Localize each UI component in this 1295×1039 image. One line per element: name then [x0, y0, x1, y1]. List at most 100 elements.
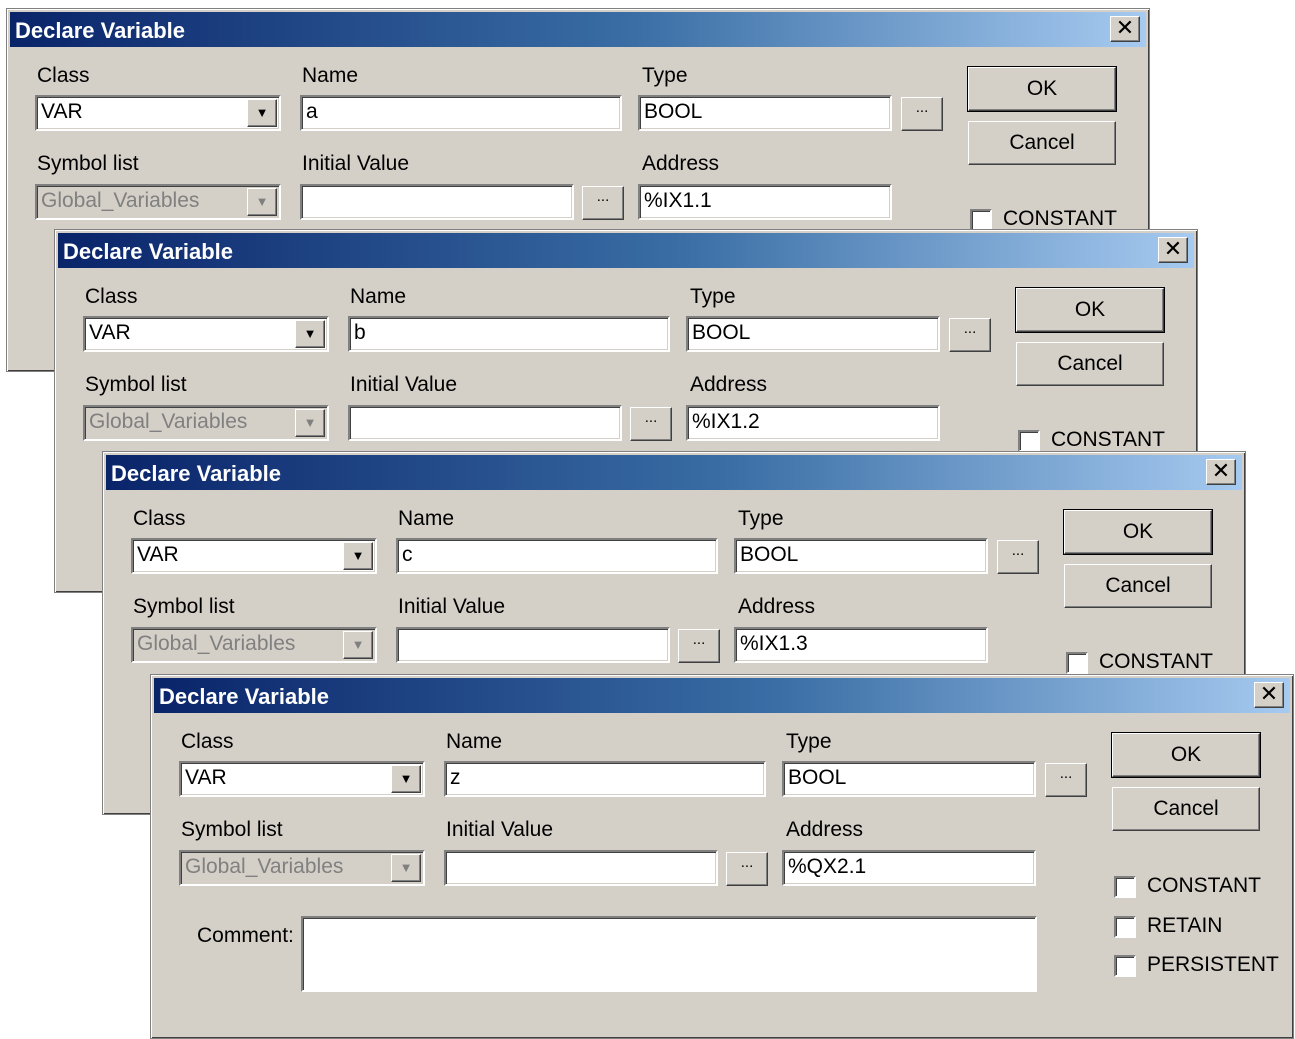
symbol-list-value: Global_Variables	[137, 632, 296, 655]
dialog-title: Declare Variable	[159, 684, 330, 709]
type-label: Type	[690, 285, 736, 308]
class-label: Class	[85, 285, 138, 308]
initial-value-input[interactable]	[396, 627, 670, 663]
type-browse-button[interactable]: ...	[949, 318, 991, 352]
type-browse-button[interactable]: ...	[901, 97, 943, 131]
name-input[interactable]: z	[444, 761, 766, 797]
class-select[interactable]: VAR ▼	[179, 761, 425, 797]
type-browse-button[interactable]: ...	[997, 540, 1039, 574]
ok-button[interactable]: OK	[1063, 509, 1213, 555]
initial-value-input[interactable]	[348, 405, 622, 441]
initial-value-label: Initial Value	[446, 818, 554, 841]
chevron-down-icon[interactable]: ▼	[391, 765, 421, 793]
comment-textarea[interactable]	[301, 916, 1037, 992]
type-label: Type	[642, 64, 688, 87]
name-input[interactable]: c	[396, 538, 718, 574]
constant-checkbox[interactable]	[1066, 652, 1088, 674]
address-input[interactable]: %IX1.1	[638, 184, 892, 220]
constant-checkbox[interactable]	[1018, 430, 1040, 452]
name-label: Name	[446, 730, 503, 753]
class-label: Class	[37, 64, 90, 87]
title-bar[interactable]: Declare Variable ✕	[10, 12, 1146, 47]
symbol-list-label: Symbol list	[181, 818, 283, 841]
close-icon[interactable]: ✕	[1158, 237, 1188, 263]
constant-label: CONSTANT	[1003, 207, 1117, 230]
type-input[interactable]: BOOL	[686, 316, 940, 352]
class-label: Class	[133, 507, 186, 530]
class-select-value: VAR	[137, 543, 179, 566]
initial-value-browse-button[interactable]: ...	[678, 629, 720, 663]
name-label: Name	[398, 507, 455, 530]
chevron-down-icon: ▼	[295, 409, 325, 437]
class-select-value: VAR	[185, 766, 227, 789]
class-select[interactable]: VAR ▼	[131, 538, 377, 574]
symbol-list-value: Global_Variables	[185, 855, 344, 878]
initial-value-browse-button[interactable]: ...	[582, 186, 624, 220]
name-input[interactable]: a	[300, 95, 622, 131]
cancel-button[interactable]: Cancel	[1112, 787, 1260, 831]
chevron-down-icon[interactable]: ▼	[295, 320, 325, 348]
retain-label: RETAIN	[1147, 914, 1223, 937]
initial-value-label: Initial Value	[398, 595, 506, 618]
retain-checkbox[interactable]	[1114, 916, 1136, 938]
address-input[interactable]: %IX1.3	[734, 627, 988, 663]
constant-label: CONSTANT	[1051, 428, 1165, 451]
dialog-title: Declare Variable	[111, 461, 282, 486]
type-input[interactable]: BOOL	[782, 761, 1036, 797]
name-input[interactable]: b	[348, 316, 670, 352]
cancel-button[interactable]: Cancel	[1064, 564, 1212, 608]
initial-value-browse-button[interactable]: ...	[726, 852, 768, 886]
close-icon[interactable]: ✕	[1110, 16, 1140, 42]
initial-value-label: Initial Value	[302, 152, 410, 175]
symbol-list-label: Symbol list	[37, 152, 139, 175]
dialog-title: Declare Variable	[15, 18, 186, 43]
constant-checkbox[interactable]	[970, 209, 992, 231]
cancel-button[interactable]: Cancel	[968, 121, 1116, 165]
type-input[interactable]: BOOL	[734, 538, 988, 574]
chevron-down-icon: ▼	[247, 188, 277, 216]
chevron-down-icon: ▼	[343, 631, 373, 659]
constant-label: CONSTANT	[1147, 874, 1261, 897]
title-bar[interactable]: Declare Variable ✕	[58, 233, 1194, 268]
close-icon[interactable]: ✕	[1254, 682, 1284, 708]
persistent-checkbox[interactable]	[1114, 955, 1136, 977]
class-select[interactable]: VAR ▼	[83, 316, 329, 352]
class-select[interactable]: VAR ▼	[35, 95, 281, 131]
initial-value-label: Initial Value	[350, 373, 458, 396]
class-select-value: VAR	[41, 100, 83, 123]
ok-button[interactable]: OK	[1111, 732, 1261, 778]
chevron-down-icon: ▼	[391, 854, 421, 882]
type-browse-button[interactable]: ...	[1045, 763, 1087, 797]
symbol-list-select: Global_Variables ▼	[179, 850, 425, 886]
ok-button[interactable]: OK	[1015, 287, 1165, 333]
comment-label: Comment:	[197, 924, 294, 947]
symbol-list-select: Global_Variables ▼	[35, 184, 281, 220]
chevron-down-icon[interactable]: ▼	[343, 542, 373, 570]
initial-value-browse-button[interactable]: ...	[630, 407, 672, 441]
close-icon[interactable]: ✕	[1206, 459, 1236, 485]
symbol-list-select: Global_Variables ▼	[83, 405, 329, 441]
initial-value-input[interactable]	[444, 850, 718, 886]
address-label: Address	[642, 152, 720, 175]
initial-value-input[interactable]	[300, 184, 574, 220]
name-label: Name	[350, 285, 407, 308]
symbol-list-label: Symbol list	[133, 595, 235, 618]
title-bar[interactable]: Declare Variable ✕	[154, 678, 1290, 713]
persistent-label: PERSISTENT	[1147, 953, 1279, 976]
dialog-title: Declare Variable	[63, 239, 234, 264]
cancel-button[interactable]: Cancel	[1016, 342, 1164, 386]
type-input[interactable]: BOOL	[638, 95, 892, 131]
type-label: Type	[738, 507, 784, 530]
name-label: Name	[302, 64, 359, 87]
constant-label: CONSTANT	[1099, 650, 1213, 673]
class-select-value: VAR	[89, 321, 131, 344]
address-input[interactable]: %QX2.1	[782, 850, 1036, 886]
ok-button[interactable]: OK	[967, 66, 1117, 112]
address-label: Address	[786, 818, 864, 841]
chevron-down-icon[interactable]: ▼	[247, 99, 277, 127]
constant-checkbox[interactable]	[1114, 876, 1136, 898]
symbol-list-value: Global_Variables	[89, 410, 248, 433]
title-bar[interactable]: Declare Variable ✕	[106, 455, 1242, 490]
address-input[interactable]: %IX1.2	[686, 405, 940, 441]
type-label: Type	[786, 730, 832, 753]
